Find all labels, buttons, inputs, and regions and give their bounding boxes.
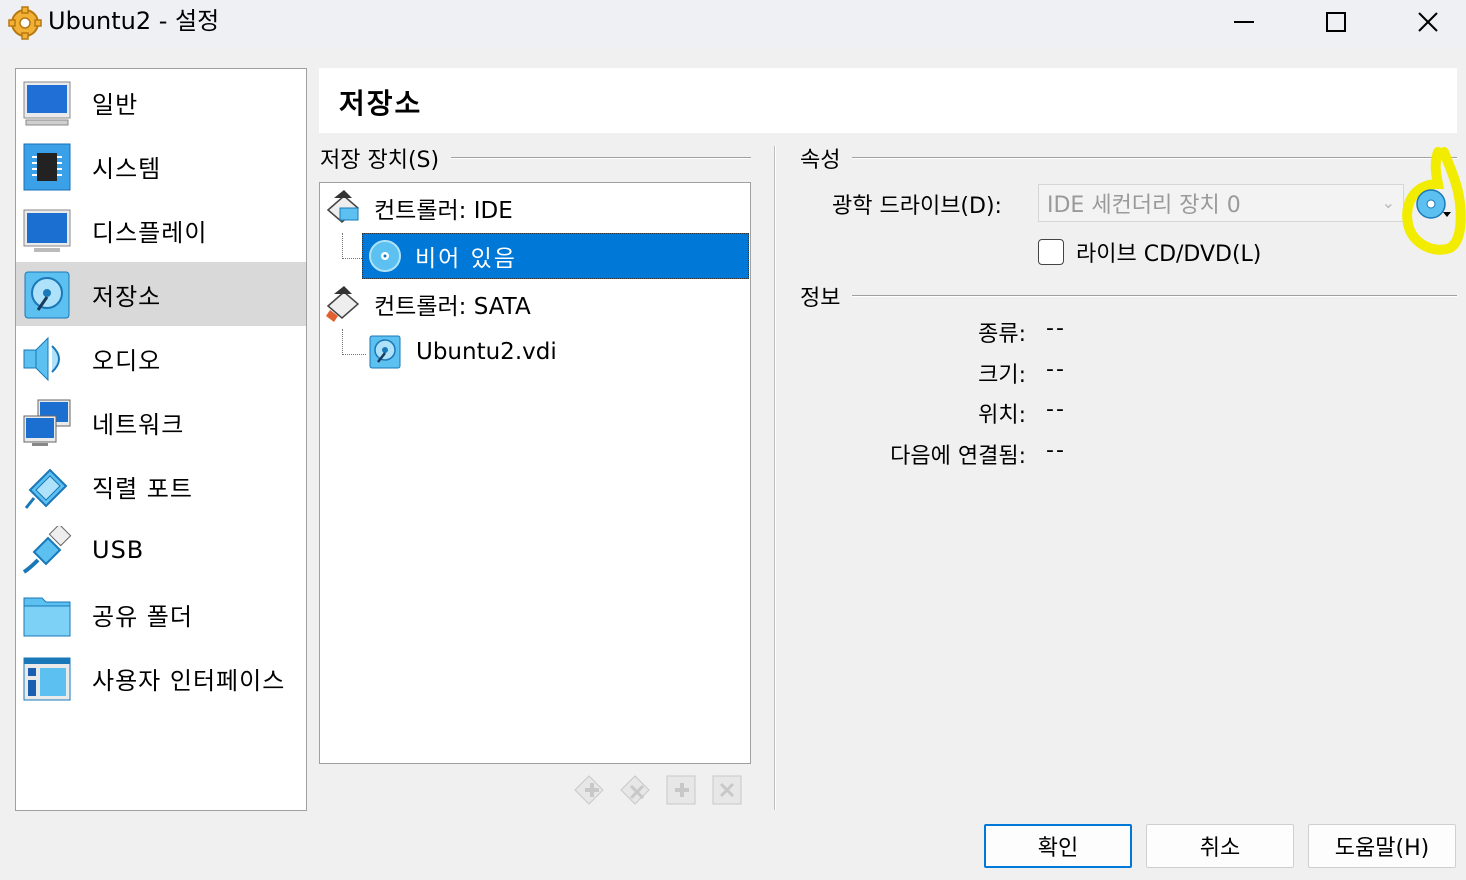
minimize-button[interactable] <box>1198 0 1290 44</box>
attributes-heading-label: 속성 <box>800 148 841 173</box>
sidebar-item-display[interactable]: 디스플레이 <box>16 198 306 262</box>
heading-divider <box>852 157 1457 159</box>
sidebar-item-network[interactable]: 네트워크 <box>16 390 306 454</box>
storage-icon <box>24 271 70 319</box>
sidebar-item-label: 디스플레이 <box>92 218 208 247</box>
tree-item-sata-controller[interactable]: 컨트롤러: SATA <box>326 281 531 327</box>
live-cd-label: 라이브 CD/DVD(L) <box>1076 242 1262 267</box>
storage-tree[interactable]: 컨트롤러: IDE 비어 있음 컨트롤러: SATA Ubuntu2.vdi <box>319 182 751 764</box>
choose-disk-button[interactable] <box>1408 182 1458 226</box>
info-heading-label: 정보 <box>800 286 841 311</box>
close-button[interactable] <box>1382 0 1466 44</box>
optical-drive-select[interactable]: IDE 세컨더리 장치 0 ⌄ <box>1038 184 1404 222</box>
controller-icon <box>326 190 360 223</box>
tree-item-label: 컨트롤러: IDE <box>374 198 513 224</box>
tree-item-label: 비어 있음 <box>415 246 517 272</box>
chip-icon <box>23 143 71 191</box>
page-header: 저장소 <box>319 68 1457 133</box>
help-button[interactable]: 도움말(H) <box>1308 824 1456 868</box>
controller-icon <box>326 286 360 322</box>
storage-tree-toolbar <box>566 770 750 810</box>
live-cd-checkbox[interactable] <box>1038 239 1064 265</box>
usb-icon <box>22 526 72 574</box>
remove-attachment-button[interactable] <box>704 770 750 810</box>
network-icon <box>23 399 71 446</box>
sidebar-item-serial-port[interactable]: 직렬 포트 <box>16 454 306 518</box>
sidebar-item-storage[interactable]: 저장소 <box>16 262 306 326</box>
storage-devices-heading: 저장 장치(S) <box>320 142 751 174</box>
info-attached-to-label: 다음에 연결됨: <box>890 444 1026 469</box>
tree-item-ide-controller[interactable]: 컨트롤러: IDE <box>326 185 513 231</box>
add-attachment-icon <box>666 775 696 805</box>
info-type-value: -- <box>1046 316 1066 341</box>
remove-attachment-icon <box>712 775 742 805</box>
sidebar-item-label: 네트워크 <box>92 410 185 439</box>
add-attachment-button[interactable] <box>658 770 704 810</box>
sidebar-item-label: 공유 폴더 <box>92 602 193 631</box>
monitor-icon <box>23 81 71 126</box>
minimize-icon <box>1234 21 1254 23</box>
tree-item-label: 컨트롤러: SATA <box>374 294 531 320</box>
sidebar-item-user-interface[interactable]: 사용자 인터페이스 <box>16 646 306 710</box>
info-heading: 정보 <box>800 280 1457 312</box>
panel-splitter[interactable] <box>774 146 776 810</box>
gear-icon <box>8 6 42 40</box>
sidebar-item-label: 저장소 <box>92 282 162 311</box>
optical-drive-value: IDE 세컨더리 장치 0 <box>1047 193 1241 218</box>
live-cd-option[interactable]: 라이브 CD/DVD(L) <box>1038 236 1261 268</box>
title-bar: Ubuntu2 - 설정 <box>0 0 1466 48</box>
sidebar-item-system[interactable]: 시스템 <box>16 134 306 198</box>
optical-drive-label: 광학 드라이브(D): <box>832 194 1002 219</box>
serial-port-icon <box>24 468 68 509</box>
page-title: 저장소 <box>339 87 423 120</box>
ui-icon <box>23 657 71 701</box>
sidebar-item-label: 일반 <box>92 90 139 119</box>
add-controller-button[interactable] <box>566 770 612 810</box>
settings-sidebar: 일반 시스템 디스플레이 저장소 오디오 네트워크 직렬 포트 USB 공유 폴… <box>15 68 307 811</box>
storage-devices-heading-label: 저장 장치(S) <box>320 148 440 173</box>
attributes-heading: 속성 <box>800 142 1457 174</box>
window-title: Ubuntu2 - 설정 <box>48 7 220 35</box>
sidebar-item-label: USB <box>92 536 145 564</box>
sidebar-item-label: 사용자 인터페이스 <box>92 666 286 695</box>
close-icon <box>1418 12 1438 32</box>
heading-divider <box>451 157 751 159</box>
ok-button[interactable]: 확인 <box>984 824 1132 868</box>
cancel-button[interactable]: 취소 <box>1146 824 1294 868</box>
display-icon <box>23 209 71 252</box>
add-controller-icon <box>574 775 604 805</box>
tree-item-empty-optical[interactable]: 비어 있음 <box>362 233 749 279</box>
hard-disk-icon <box>369 335 401 369</box>
info-type-label: 종류: <box>978 322 1026 347</box>
disc-icon <box>369 240 401 272</box>
remove-controller-icon <box>620 775 650 805</box>
sidebar-item-general[interactable]: 일반 <box>16 70 306 134</box>
chevron-down-icon: ⌄ <box>1381 193 1395 212</box>
info-location-value: -- <box>1046 397 1066 422</box>
sidebar-item-usb[interactable]: USB <box>16 518 306 582</box>
sidebar-item-label: 시스템 <box>92 154 162 183</box>
heading-divider <box>852 295 1457 297</box>
disc-dropdown-icon <box>1416 189 1451 219</box>
tree-item-ubuntu2-vdi[interactable]: Ubuntu2.vdi <box>368 329 557 375</box>
sidebar-item-shared-folders[interactable]: 공유 폴더 <box>16 582 306 646</box>
tree-branch-line <box>342 329 366 355</box>
remove-controller-button[interactable] <box>612 770 658 810</box>
sidebar-item-label: 오디오 <box>92 346 162 375</box>
tree-branch-line <box>342 233 362 259</box>
folder-icon <box>23 597 71 637</box>
tree-item-label: Ubuntu2.vdi <box>416 339 557 365</box>
info-size-value: -- <box>1046 357 1066 382</box>
speaker-icon <box>23 336 60 382</box>
info-size-label: 크기: <box>978 363 1026 388</box>
sidebar-item-audio[interactable]: 오디오 <box>16 326 306 390</box>
maximize-button[interactable] <box>1290 0 1382 44</box>
info-attached-to-value: -- <box>1046 438 1066 463</box>
sidebar-item-label: 직렬 포트 <box>92 474 193 503</box>
info-location-label: 위치: <box>978 403 1026 428</box>
maximize-icon <box>1326 12 1346 32</box>
